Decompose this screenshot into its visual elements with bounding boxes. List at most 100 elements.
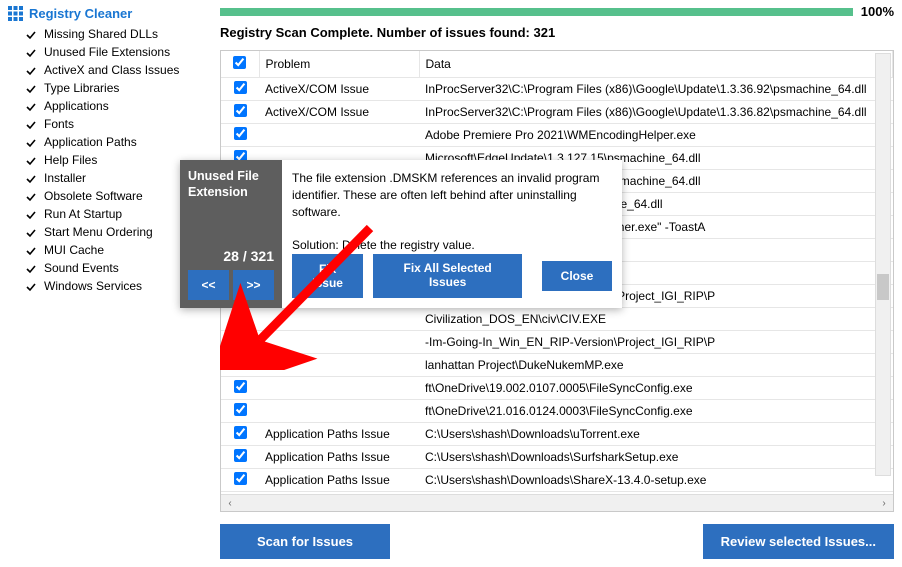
next-issue-button[interactable]: >> [233, 270, 274, 300]
vertical-scrollbar[interactable] [875, 53, 891, 476]
sidebar-item-label: Start Menu Ordering [44, 225, 153, 239]
table-row[interactable]: -Im-Going-In_Win_EN_RIP-Version\Project_… [221, 330, 893, 353]
row-data: C:\Users\shash\Downloads\uTorrent.exe [419, 422, 893, 445]
sidebar-item-label: Obsolete Software [44, 189, 143, 203]
row-checkbox[interactable] [234, 426, 247, 439]
select-all-checkbox[interactable] [233, 56, 246, 69]
horizontal-scrollbar[interactable]: ‹ › [221, 494, 893, 511]
table-row[interactable]: Application Paths IssueC:\Users\shash\Do… [221, 468, 893, 491]
check-icon [26, 173, 36, 183]
progress-row: 100% [220, 4, 894, 19]
popover-title: Unused File Extension [188, 168, 274, 201]
row-problem: ActiveX/COM Issue [259, 100, 419, 123]
row-checkbox[interactable] [234, 472, 247, 485]
sidebar-item-activex-and-class-issues[interactable]: ActiveX and Class Issues [26, 61, 212, 79]
row-data: lanhattan Project\DukeNukemMP.exe [419, 353, 893, 376]
table-row[interactable]: ft\OneDrive\21.016.0124.0003\FileSyncCon… [221, 399, 893, 422]
sidebar-item-label: ActiveX and Class Issues [44, 63, 179, 77]
header-checkbox-cell[interactable] [221, 51, 259, 77]
row-checkbox[interactable] [234, 104, 247, 117]
row-checkbox[interactable] [234, 334, 247, 347]
fix-issue-button[interactable]: Fix Issue [292, 254, 363, 298]
check-icon [26, 83, 36, 93]
row-checkbox[interactable] [234, 449, 247, 462]
row-problem [259, 353, 419, 376]
sidebar-item-label: MUI Cache [44, 243, 104, 257]
sidebar-item-label: Unused File Extensions [44, 45, 170, 59]
check-icon [26, 101, 36, 111]
scan-summary: Registry Scan Complete. Number of issues… [220, 19, 894, 50]
prev-issue-button[interactable]: << [188, 270, 229, 300]
row-checkbox[interactable] [234, 127, 247, 140]
sidebar-item-label: Sound Events [44, 261, 119, 275]
row-data: C:\Program Files\McAfee\MSC\mcuihost.exe [419, 491, 893, 494]
check-icon [26, 263, 36, 273]
row-data: C:\Users\shash\Downloads\SurfsharkSetup.… [419, 445, 893, 468]
sidebar-item-application-paths[interactable]: Application Paths [26, 133, 212, 151]
table-row[interactable]: ft\OneDrive\19.002.0107.0005\FileSyncCon… [221, 376, 893, 399]
sidebar-header[interactable]: Registry Cleaner [8, 4, 212, 25]
check-icon [26, 227, 36, 237]
check-icon [26, 191, 36, 201]
row-problem [259, 307, 419, 330]
row-problem [259, 330, 419, 353]
row-checkbox[interactable] [234, 357, 247, 370]
header-data[interactable]: Data [419, 51, 893, 77]
row-checkbox[interactable] [234, 311, 247, 324]
row-problem [259, 399, 419, 422]
sidebar-item-label: Installer [44, 171, 86, 185]
table-row[interactable]: Civilization_DOS_EN\civ\CIV.EXE [221, 307, 893, 330]
sidebar-item-applications[interactable]: Applications [26, 97, 212, 115]
table-row[interactable]: Adobe Premiere Pro 2021\WMEncodingHelper… [221, 123, 893, 146]
row-problem [259, 376, 419, 399]
popover-left-panel: Unused File Extension 28 / 321 << >> [180, 160, 282, 308]
table-row[interactable]: ActiveX/COM IssueInProcServer32\C:\Progr… [221, 100, 893, 123]
row-checkbox[interactable] [234, 403, 247, 416]
check-icon [26, 47, 36, 57]
row-checkbox[interactable] [234, 81, 247, 94]
vertical-scrollbar-thumb[interactable] [877, 274, 889, 300]
row-data: Civilization_DOS_EN\civ\CIV.EXE [419, 307, 893, 330]
sidebar-item-type-libraries[interactable]: Type Libraries [26, 79, 212, 97]
hscroll-track[interactable] [237, 496, 877, 510]
sidebar-item-missing-shared-dlls[interactable]: Missing Shared DLLs [26, 25, 212, 43]
popover-counter: 28 / 321 [188, 248, 274, 270]
check-icon [26, 281, 36, 291]
table-row[interactable]: ActiveX/COM IssueInProcServer32\C:\Progr… [221, 77, 893, 100]
fix-all-button[interactable]: Fix All Selected Issues [373, 254, 522, 298]
row-data: ft\OneDrive\19.002.0107.0005\FileSyncCon… [419, 376, 893, 399]
table-row[interactable]: Application Paths IssueC:\Users\shash\Do… [221, 445, 893, 468]
check-icon [26, 209, 36, 219]
row-problem: Application Paths Issue [259, 445, 419, 468]
table-row[interactable]: lanhattan Project\DukeNukemMP.exe [221, 353, 893, 376]
row-checkbox[interactable] [234, 380, 247, 393]
sidebar-item-fonts[interactable]: Fonts [26, 115, 212, 133]
sidebar-item-unused-file-extensions[interactable]: Unused File Extensions [26, 43, 212, 61]
check-icon [26, 65, 36, 75]
close-popover-button[interactable]: Close [542, 261, 612, 291]
table-row[interactable]: Application Paths IssueC:\Program Files\… [221, 491, 893, 494]
row-data: C:\Users\shash\Downloads\ShareX-13.4.0-s… [419, 468, 893, 491]
row-data: ft\OneDrive\21.016.0124.0003\FileSyncCon… [419, 399, 893, 422]
check-icon [26, 245, 36, 255]
hscroll-left-arrow-icon[interactable]: ‹ [223, 496, 237, 510]
grid-icon [8, 6, 23, 21]
row-problem: Application Paths Issue [259, 468, 419, 491]
sidebar-item-label: Windows Services [44, 279, 142, 293]
sidebar-item-label: Missing Shared DLLs [44, 27, 158, 41]
popover-right-panel: The file extension .DMSKM references an … [282, 160, 622, 308]
check-icon [26, 137, 36, 147]
issue-popover: Unused File Extension 28 / 321 << >> The… [180, 160, 622, 308]
row-data: InProcServer32\C:\Program Files (x86)\Go… [419, 100, 893, 123]
sidebar-item-label: Application Paths [44, 135, 137, 149]
row-data: Adobe Premiere Pro 2021\WMEncodingHelper… [419, 123, 893, 146]
row-problem: ActiveX/COM Issue [259, 77, 419, 100]
review-button[interactable]: Review selected Issues... [703, 524, 894, 559]
sidebar-title: Registry Cleaner [29, 6, 132, 21]
table-row[interactable]: Application Paths IssueC:\Users\shash\Do… [221, 422, 893, 445]
check-icon [26, 155, 36, 165]
header-problem[interactable]: Problem [259, 51, 419, 77]
scan-button[interactable]: Scan for Issues [220, 524, 390, 559]
sidebar-item-label: Type Libraries [44, 81, 119, 95]
hscroll-right-arrow-icon[interactable]: › [877, 496, 891, 510]
